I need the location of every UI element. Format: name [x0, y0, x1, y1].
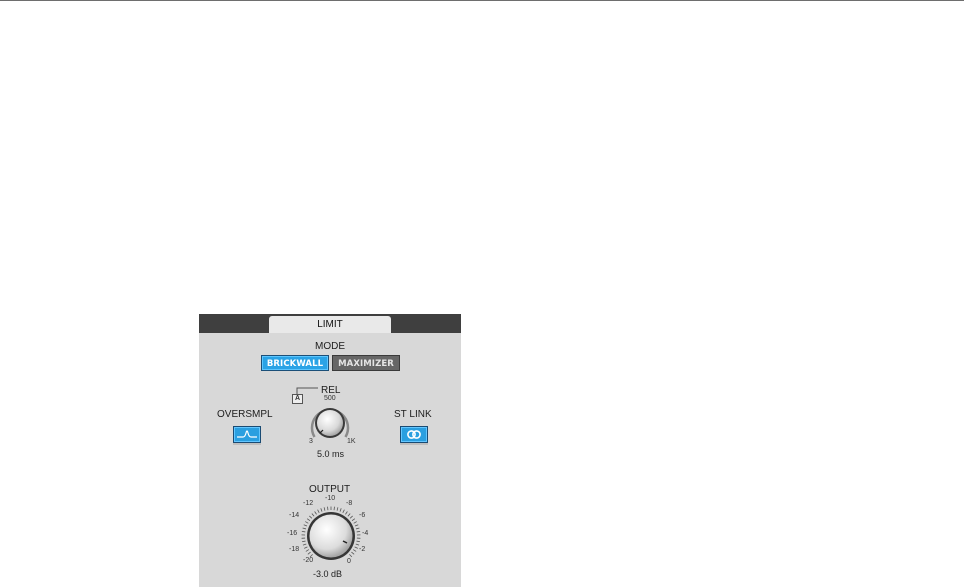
top-divider [0, 0, 964, 1]
oversample-button[interactable] [233, 426, 261, 443]
output-scale-minus-16: -16 [287, 530, 298, 537]
limiter-panel: LIMIT MODE BRICKWALL MAXIMIZER OVERSMPL … [199, 314, 461, 587]
output-knob[interactable] [299, 504, 363, 568]
output-label: OUTPUT [309, 484, 351, 495]
mode-maximizer-button[interactable]: MAXIMIZER [332, 355, 400, 371]
stereo-link-icon [407, 430, 421, 439]
output-scale-minus-18: -18 [289, 546, 300, 553]
stereo-link-button-shadow [400, 443, 428, 445]
mode-brickwall-button[interactable]: BRICKWALL [261, 355, 329, 371]
oversample-waveform-icon [237, 430, 257, 438]
mode-label: MODE [315, 341, 345, 352]
release-knob[interactable] [305, 400, 355, 446]
release-value: 5.0 ms [317, 449, 345, 459]
output-value: -3.0 dB [313, 569, 343, 579]
output-scale-minus-10: -10 [325, 495, 336, 502]
stereo-link-label: ST LINK [394, 409, 432, 420]
oversample-button-shadow [233, 443, 261, 445]
tab-limit[interactable]: LIMIT [269, 316, 391, 333]
output-scale-minus-14: -14 [289, 512, 300, 519]
stereo-link-button[interactable] [400, 426, 428, 443]
oversample-label: OVERSMPL [217, 409, 273, 420]
release-auto-button[interactable]: A [292, 394, 303, 404]
